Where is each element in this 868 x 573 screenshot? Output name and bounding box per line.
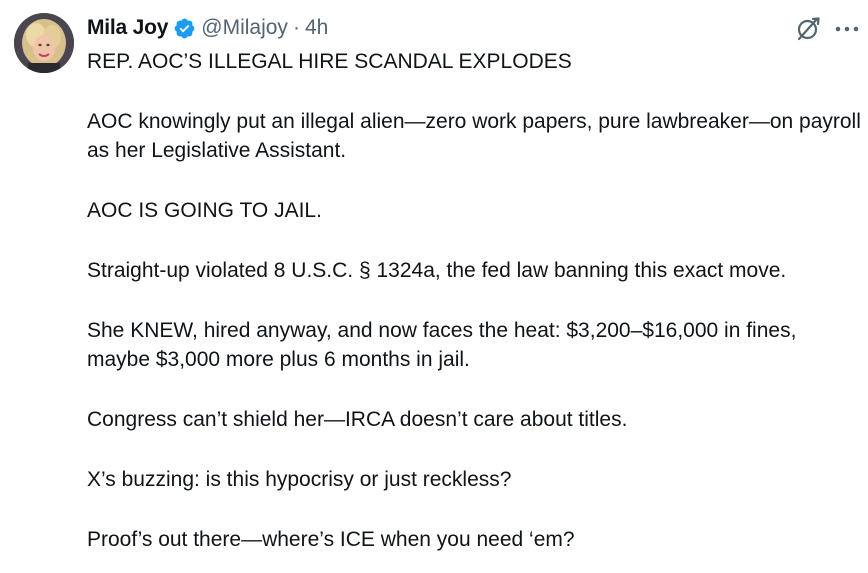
tweet-paragraph: Congress can’t shield her—IRCA doesn’t c… xyxy=(87,408,628,431)
avatar-photo-icon xyxy=(14,13,74,73)
tweet-paragraph: AOC IS GOING TO JAIL. xyxy=(87,199,322,222)
author-display-name[interactable]: Mila Joy xyxy=(87,16,168,40)
tweet-paragraph: AOC knowingly put an illegal alien—zero … xyxy=(87,110,861,162)
author-handle[interactable]: @Milajoy xyxy=(201,16,288,40)
grok-icon[interactable] xyxy=(795,16,821,42)
tweet: Mila Joy @Milajoy · 4h REP. AOC’S ILLEGA… xyxy=(0,0,868,573)
tweet-paragraph: She KNEW, hired anyway, and now faces th… xyxy=(87,319,797,371)
verified-badge-icon[interactable] xyxy=(173,17,196,40)
tweet-timestamp[interactable]: 4h xyxy=(305,16,328,40)
tweet-text: REP. AOC’S ILLEGAL HIRE SCANDAL EXPLODES… xyxy=(87,47,862,554)
tweet-paragraph: Straight-up violated 8 U.S.C. § 1324a, t… xyxy=(87,259,787,282)
tweet-header: Mila Joy @Milajoy · 4h xyxy=(87,14,328,42)
more-options-icon[interactable] xyxy=(833,19,861,39)
tweet-paragraph: X’s buzzing: is this hypocrisy or just r… xyxy=(87,468,512,491)
header-separator: · xyxy=(292,16,300,39)
tweet-paragraph: Proof’s out there—where’s ICE when you n… xyxy=(87,528,575,551)
tweet-headline: REP. AOC’S ILLEGAL HIRE SCANDAL EXPLODES xyxy=(87,50,572,73)
avatar[interactable] xyxy=(14,13,74,73)
